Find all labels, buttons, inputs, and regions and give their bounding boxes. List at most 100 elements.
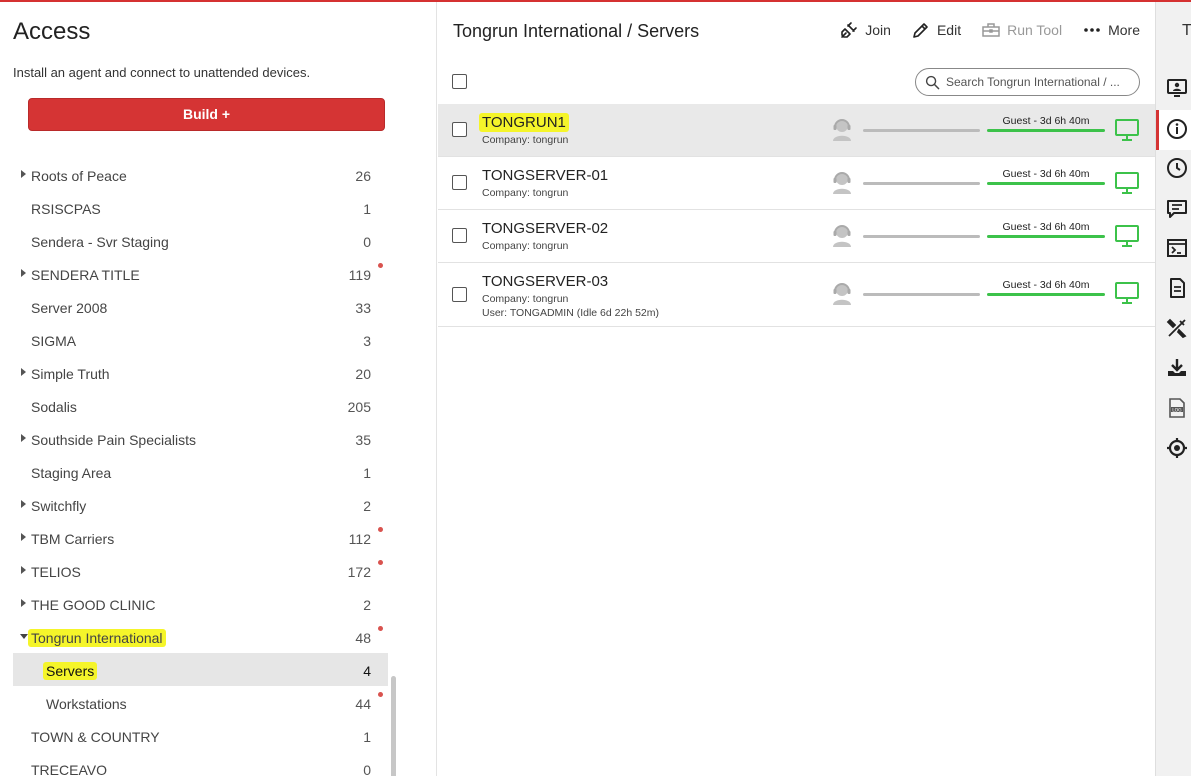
group-item[interactable]: Sendera - Svr Staging 0 bbox=[13, 224, 388, 257]
row-checkbox[interactable] bbox=[452, 122, 467, 137]
table-row[interactable]: TONGSERVER-03 Company: tongrun User: TONGA… bbox=[438, 263, 1155, 327]
group-item-label: Workstations bbox=[46, 696, 127, 712]
group-item-text: Sendera - Svr Staging bbox=[31, 234, 169, 250]
monitor-user-icon[interactable] bbox=[1166, 77, 1188, 99]
group-item-count: 20 bbox=[355, 366, 371, 382]
access-panel: Access Install an agent and connect to u… bbox=[0, 2, 437, 776]
build-button[interactable]: Build + bbox=[28, 98, 385, 131]
terminal-icon[interactable] bbox=[1166, 237, 1188, 259]
group-item[interactable]: Roots of Peace 26 bbox=[13, 158, 388, 191]
plug-icon bbox=[841, 22, 858, 38]
tools-icon[interactable] bbox=[1166, 317, 1188, 339]
group-item-label: Tongrun International bbox=[28, 629, 166, 647]
group-item-count: 44 bbox=[355, 696, 371, 712]
download-icon[interactable] bbox=[1166, 357, 1188, 379]
group-item[interactable]: THE GOOD CLINIC 2 bbox=[13, 587, 388, 620]
group-item-count: 0 bbox=[363, 234, 371, 250]
edit-button[interactable]: Edit bbox=[911, 20, 961, 40]
select-all-checkbox[interactable] bbox=[452, 74, 467, 89]
group-item[interactable]: SIGMA 3 bbox=[13, 323, 388, 356]
caret-right-icon[interactable] bbox=[21, 269, 26, 277]
row-checkbox[interactable] bbox=[452, 287, 467, 302]
host-support-icon[interactable] bbox=[829, 116, 855, 142]
group-item-label: TRECEAVO bbox=[31, 762, 107, 776]
table-row[interactable]: TONGRUN1 Company: tongrun Guest - 3d 6h 40… bbox=[438, 104, 1155, 157]
guest-connection-label: Guest - 3d 6h 40m bbox=[1002, 115, 1090, 127]
host-connection-bar bbox=[863, 235, 980, 238]
group-item-label: Simple Truth bbox=[31, 366, 110, 382]
group-item-text: Switchfly bbox=[31, 498, 87, 514]
group-item[interactable]: SENDERA TITLE 119 bbox=[13, 257, 388, 290]
tab-letter[interactable]: T bbox=[1182, 22, 1191, 40]
row-checkbox[interactable] bbox=[452, 228, 467, 243]
caret-right-icon[interactable] bbox=[21, 566, 26, 574]
group-item[interactable]: Server 2008 33 bbox=[13, 290, 388, 323]
group-item[interactable]: Servers 4 bbox=[13, 653, 388, 686]
group-item[interactable]: Sodalis 205 bbox=[13, 389, 388, 422]
host-support-icon[interactable] bbox=[829, 280, 855, 306]
monitor-online-icon[interactable] bbox=[1114, 170, 1140, 196]
group-item-text: Sodalis bbox=[31, 399, 77, 415]
caret-right-icon[interactable] bbox=[21, 599, 26, 607]
session-name-text: TONGSERVER-02 bbox=[482, 220, 609, 237]
table-row[interactable]: TONGSERVER-01 Company: tongrun Guest - 3d … bbox=[438, 157, 1155, 210]
group-item[interactable]: Tongrun International 48 bbox=[13, 620, 388, 653]
info-icon[interactable] bbox=[1166, 118, 1188, 140]
group-item[interactable]: RSISCPAS 1 bbox=[13, 191, 388, 224]
document-icon[interactable] bbox=[1166, 277, 1188, 299]
group-item-count: 48 bbox=[355, 630, 371, 646]
caret-right-icon[interactable] bbox=[21, 533, 26, 541]
monitor-online-icon[interactable] bbox=[1114, 280, 1140, 306]
group-list: Roots of Peace 26 RSISCPAS 1 Sendera - Svr S… bbox=[13, 158, 388, 776]
session-company: Company: tongrun bbox=[482, 134, 569, 146]
host-support-icon[interactable] bbox=[829, 169, 855, 195]
row-checkbox[interactable] bbox=[452, 175, 467, 190]
caret-down-icon[interactable] bbox=[20, 634, 28, 639]
session-name: TONGSERVER-01 bbox=[482, 167, 608, 184]
table-row[interactable]: TONGSERVER-02 Company: tongrun Guest - 3d … bbox=[438, 210, 1155, 263]
group-item-count: 1 bbox=[363, 201, 371, 217]
group-item[interactable]: Switchfly 2 bbox=[13, 488, 388, 521]
group-item[interactable]: TBM Carriers 112 bbox=[13, 521, 388, 554]
guest-connection-bar bbox=[987, 293, 1105, 296]
group-item[interactable]: Staging Area 1 bbox=[13, 455, 388, 488]
monitor-online-icon[interactable] bbox=[1114, 117, 1140, 143]
group-item[interactable]: Southside Pain Specialists 35 bbox=[13, 422, 388, 455]
session-name: TONGRUN1 bbox=[479, 113, 569, 132]
group-item[interactable]: Workstations 44 bbox=[13, 686, 388, 719]
group-item-count: 112 bbox=[348, 531, 371, 547]
session-company: Company: tongrun bbox=[482, 293, 569, 305]
group-list-scrollbar[interactable] bbox=[391, 676, 396, 776]
monitor-online-icon[interactable] bbox=[1114, 223, 1140, 249]
run-tool-button[interactable]: Run Tool bbox=[981, 20, 1062, 40]
more-label: More bbox=[1108, 22, 1140, 38]
access-subtitle: Install an agent and connect to unattend… bbox=[13, 65, 311, 80]
group-item-text: Workstations bbox=[46, 696, 127, 712]
group-item-label: Southside Pain Specialists bbox=[31, 432, 196, 448]
group-item[interactable]: TELIOS 172 bbox=[13, 554, 388, 587]
host-connection-bar bbox=[863, 129, 980, 132]
log-icon[interactable]: LOG bbox=[1166, 397, 1188, 419]
alert-dot bbox=[378, 692, 383, 697]
search-input[interactable]: Search Tongrun International / ... bbox=[915, 68, 1140, 96]
caret-right-icon[interactable] bbox=[21, 434, 26, 442]
target-icon[interactable] bbox=[1166, 437, 1188, 459]
caret-right-icon[interactable] bbox=[21, 170, 26, 178]
join-button[interactable]: Join bbox=[839, 20, 891, 40]
caret-right-icon[interactable] bbox=[21, 368, 26, 376]
svg-text:LOG: LOG bbox=[1172, 407, 1182, 413]
more-button[interactable]: More bbox=[1082, 20, 1140, 40]
session-company: Company: tongrun bbox=[482, 187, 569, 199]
guest-connection-label: Guest - 3d 6h 40m bbox=[1002, 221, 1090, 233]
toolbar: Join Edit Run Tool More bbox=[839, 20, 1140, 40]
group-item-text: SENDERA TITLE bbox=[31, 267, 140, 283]
group-item[interactable]: TOWN & COUNTRY 1 bbox=[13, 719, 388, 752]
guest-connection-label: Guest - 3d 6h 40m bbox=[1002, 168, 1090, 180]
guest-connection-bar bbox=[987, 235, 1105, 238]
caret-right-icon[interactable] bbox=[21, 500, 26, 508]
group-item[interactable]: TRECEAVO 0 bbox=[13, 752, 388, 776]
host-support-icon[interactable] bbox=[829, 222, 855, 248]
clock-icon[interactable] bbox=[1166, 157, 1188, 179]
chat-icon[interactable] bbox=[1166, 198, 1188, 220]
group-item[interactable]: Simple Truth 20 bbox=[13, 356, 388, 389]
